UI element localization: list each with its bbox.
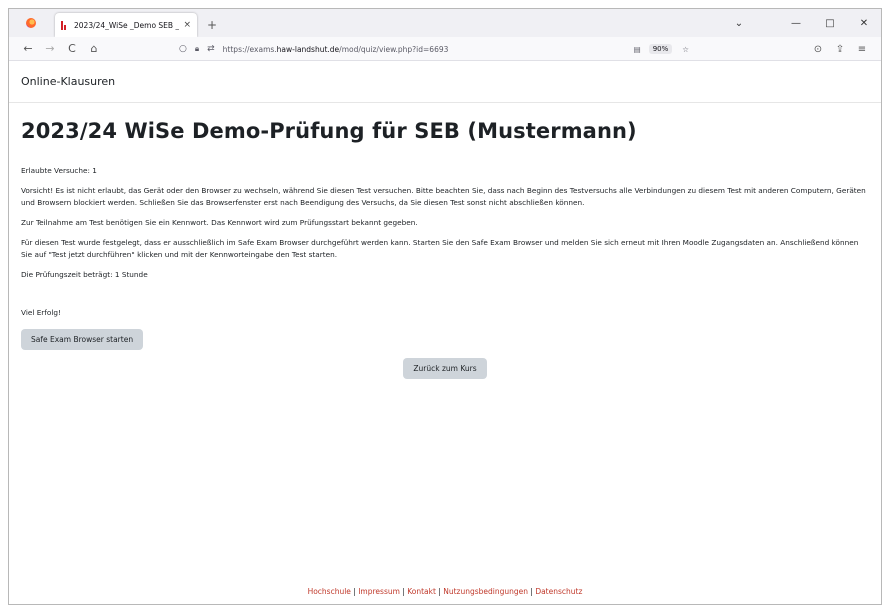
minimize-icon[interactable]: — (779, 18, 813, 29)
window-controls: ⌄ — □ ✕ (719, 9, 881, 37)
seb-info: Für diesen Test wurde festgelegt, dass e… (21, 238, 859, 259)
permissions-icon[interactable]: ⇄ (207, 44, 215, 54)
start-seb-button[interactable]: Safe Exam Browser starten (21, 329, 144, 350)
new-tab-icon[interactable]: + (207, 13, 217, 37)
tracking-shield-icon[interactable]: ○ (179, 44, 187, 54)
footer: Hochschule | Impressum | Kontakt | Nutzu… (9, 587, 881, 596)
bookmark-star-icon[interactable]: ☆ (682, 45, 689, 54)
share-icon[interactable]: ⇪ (829, 44, 851, 55)
main-content: 2023/24 WiSe Demo-Prüfung für SEB (Muste… (9, 119, 881, 379)
browser-tab[interactable]: 2023/24_WiSe _Demo SEB _(Mu × (55, 13, 197, 37)
forward-icon[interactable]: → (39, 42, 61, 55)
tab-list-chevron-icon[interactable]: ⌄ (719, 18, 759, 29)
toolbar-right: ⊙ ⇪ ≡ (807, 37, 873, 61)
zoom-indicator[interactable]: 90% (648, 44, 673, 54)
reader-view-icon[interactable]: ▤ (634, 45, 641, 54)
haw-favicon-icon (61, 20, 69, 30)
tab-bar: 2023/24_WiSe _Demo SEB _(Mu × + ⌄ — □ ✕ (9, 9, 881, 37)
close-window-icon[interactable]: ✕ (847, 18, 881, 29)
warning-text: Vorsicht! Es ist nicht erlaubt, das Gerä… (21, 186, 866, 207)
url-text[interactable]: https://exams.haw-landshut.de/mod/quiz/v… (223, 45, 449, 54)
footer-link-nutzungsbedingungen[interactable]: Nutzungsbedingungen (443, 587, 528, 596)
back-to-course-button[interactable]: Zurück zum Kurs (403, 358, 487, 379)
footer-link-impressum[interactable]: Impressum (358, 587, 400, 596)
reload-icon[interactable]: C (61, 42, 83, 55)
browser-window: 2023/24_WiSe _Demo SEB _(Mu × + ⌄ — □ ✕ … (8, 8, 882, 605)
page-title: 2023/24 WiSe Demo-Prüfung für SEB (Muste… (21, 119, 637, 143)
firefox-logo-icon[interactable] (21, 9, 41, 37)
duration-text: Die Prüfungszeit beträgt: 1 Stunde (21, 270, 148, 279)
footer-link-hochschule[interactable]: Hochschule (308, 587, 351, 596)
site-name-link[interactable]: Online-Klausuren (21, 75, 115, 88)
tab-title: 2023/24_WiSe _Demo SEB _(Mu (74, 20, 180, 30)
back-icon[interactable]: ← (17, 42, 39, 55)
home-icon[interactable]: ⌂ (83, 42, 105, 55)
address-bar-actions: ▤ 90% ☆ (634, 44, 689, 54)
footer-link-kontakt[interactable]: Kontakt (407, 587, 436, 596)
attempts-allowed: Erlaubte Versuche: 1 (21, 166, 97, 175)
pocket-icon[interactable]: ⊙ (807, 44, 829, 55)
lock-icon[interactable]: 🔒︎ (195, 44, 199, 54)
address-bar[interactable]: ○ 🔒︎ ⇄ https://exams.haw-landshut.de/mod… (179, 39, 689, 59)
site-header: Online-Klausuren (9, 61, 881, 103)
password-info: Zur Teilnahme am Test benötigen Sie ein … (21, 218, 418, 227)
navigation-bar: ← → C ⌂ ○ 🔒︎ ⇄ https://exams.haw-landshu… (9, 37, 881, 61)
maximize-icon[interactable]: □ (813, 18, 847, 29)
footer-link-datenschutz[interactable]: Datenschutz (535, 587, 582, 596)
app-menu-icon[interactable]: ≡ (851, 44, 873, 55)
good-luck-text: Viel Erfolg! (21, 308, 61, 317)
tab-close-icon[interactable]: × (183, 20, 191, 30)
